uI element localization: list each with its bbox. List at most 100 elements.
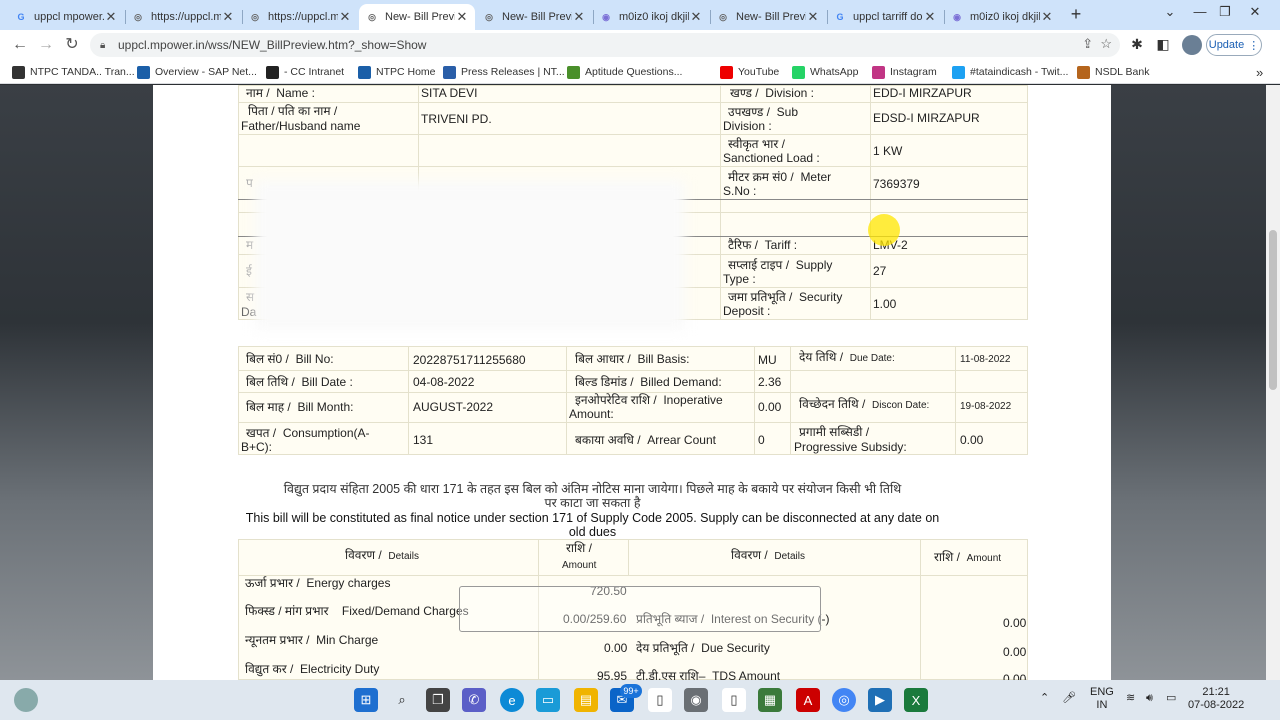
bookmark-label: Overview - SAP Net...: [155, 66, 257, 78]
father-label: Father/Husband name: [241, 119, 361, 133]
basis-label: बिल आधार / Bill Basis:: [575, 352, 690, 366]
cut-label-2: म: [246, 238, 254, 252]
task-view-icon[interactable]: ❐: [426, 688, 450, 712]
bookmark-icon: [443, 65, 456, 79]
new-tab-button[interactable]: +: [1066, 4, 1086, 24]
chevron-up-icon[interactable]: ⌃: [1040, 692, 1049, 705]
tab-3[interactable]: ◎ https://uppcl.mp ✕: [242, 4, 358, 30]
basis-value: MU: [758, 353, 777, 367]
desktop-icon[interactable]: ▭: [536, 688, 560, 712]
tab-6[interactable]: ◉ m0iz0 ikoj dkjiksj✕: [593, 4, 709, 30]
share-star-icons[interactable]: ⇪ ☆: [1082, 36, 1112, 52]
start-icon[interactable]: ⊞: [354, 688, 378, 712]
tab-2[interactable]: ◎ https://uppcl.mp ✕: [125, 4, 241, 30]
edge-icon[interactable]: e: [500, 688, 524, 712]
redacted-area: [255, 180, 685, 330]
calculator-icon[interactable]: ▦: [758, 688, 782, 712]
avatar[interactable]: [1182, 35, 1202, 55]
camera-icon[interactable]: ◉: [684, 688, 708, 712]
bookmark-icon: [1077, 65, 1090, 79]
close-icon[interactable]: ✕: [572, 9, 586, 25]
details-header-right: विवरण / Details: [731, 548, 805, 562]
tab-9[interactable]: ◉ m0iz0 ikoj dkjiksj✕: [944, 4, 1060, 30]
close-icon[interactable]: ✕: [104, 9, 118, 25]
close-icon[interactable]: ✕: [923, 9, 937, 25]
notepad-icon[interactable]: ▯: [722, 688, 746, 712]
meter-value: 7369379: [873, 177, 920, 191]
document-icon[interactable]: ▯: [648, 688, 672, 712]
subsidy-label: Progressive Subsidy:: [794, 440, 907, 454]
microphone-icon[interactable]: 🎤︎: [1062, 692, 1076, 705]
due-security-value: 0.00: [1003, 645, 1027, 659]
close-icon[interactable]: ✕: [806, 9, 820, 25]
meter-label-2: S.No :: [723, 184, 757, 198]
tariff-label: टैरिफ / Tariff :: [728, 238, 798, 252]
name-value: SITA DEVI: [421, 86, 478, 100]
bookmark-11[interactable]: NSDL Bank: [1077, 64, 1149, 80]
bookmark-2[interactable]: Overview - SAP Net...: [137, 64, 257, 80]
chat-icon[interactable]: ✆: [462, 688, 486, 712]
notice-hindi: विद्युत प्रदाय संहिता 2005 की धारा 171 क…: [283, 482, 902, 510]
bookmark-7[interactable]: YouTube: [720, 64, 779, 80]
language-indicator[interactable]: ENG IN: [1090, 686, 1114, 712]
bookmark-icon: [872, 65, 885, 79]
bookmark-label: NTPC Home: [376, 66, 436, 78]
close-window-button[interactable]: ✕: [1235, 4, 1275, 24]
bookmark-6[interactable]: Aptitude Questions...: [567, 64, 682, 80]
close-icon[interactable]: ✕: [221, 9, 235, 25]
load-label-hi: स्वीकृत भार /: [728, 137, 785, 151]
min-charge-value: 0.00: [604, 641, 628, 655]
widgets-icon[interactable]: [14, 688, 38, 712]
name-label: नाम / Name :: [246, 86, 315, 100]
bookmark-8[interactable]: WhatsApp: [792, 64, 858, 80]
tab-title: uppcl mpower.in: [34, 11, 104, 23]
file-explorer-icon[interactable]: ▤: [574, 688, 598, 712]
scrollbar-thumb[interactable]: [1269, 230, 1277, 390]
url-text: uppcl.mpower.in/wss/NEW_BillPreview.htm?…: [118, 38, 427, 52]
reload-icon[interactable]: ↻: [60, 34, 84, 56]
bookmark-label: NTPC TANDA.. Tran...: [30, 66, 135, 78]
search-icon[interactable]: ⌕: [390, 688, 414, 712]
bookmark-1[interactable]: NTPC TANDA.. Tran...: [12, 64, 135, 80]
tab-1[interactable]: Guppcl mpower.in✕: [8, 4, 124, 30]
bookmark-5[interactable]: Press Releases | NT...: [443, 64, 565, 80]
supply-label: सप्लाई टाइप / Supply: [728, 258, 833, 272]
bookmark-9[interactable]: Instagram: [872, 64, 937, 80]
tab-7[interactable]: ◎ New- Bill Preview✕: [710, 4, 826, 30]
subsidy-value: 0.00: [960, 433, 984, 447]
tab-8[interactable]: Guppcl tarriff dom✕: [827, 4, 943, 30]
side-panel-icon[interactable]: ◧: [1154, 36, 1172, 54]
bookmark-10[interactable]: #tataindicash - Twit...: [952, 64, 1068, 80]
close-icon[interactable]: ✕: [338, 9, 352, 25]
tab-4[interactable]: ◎ New- Bill Preview✕: [359, 4, 475, 30]
pdf-icon[interactable]: A: [796, 688, 820, 712]
bookmarks-overflow-icon[interactable]: »: [1256, 64, 1263, 80]
address-bar[interactable]: 🔒︎ uppcl.mpower.in/wss/NEW_BillPreview.h…: [90, 33, 1120, 57]
bookmark-4[interactable]: NTPC Home: [358, 64, 436, 80]
bookmarks-bar: NTPC TANDA.. Tran... Overview - SAP Net..…: [0, 60, 1280, 84]
site-icon: ◉: [602, 11, 610, 22]
chrome-icon[interactable]: ◎: [832, 688, 856, 712]
volume-icon[interactable]: 🔊︎: [1146, 692, 1153, 705]
extensions-icon[interactable]: ✱: [1128, 36, 1146, 54]
bookmark-label: Press Releases | NT...: [461, 66, 565, 78]
close-icon[interactable]: ✕: [455, 9, 469, 25]
close-icon[interactable]: ✕: [1040, 9, 1054, 25]
forward-icon[interactable]: →: [34, 34, 58, 56]
clock[interactable]: 21:21 07-08-2022: [1188, 686, 1244, 712]
lock-icon: 🔒︎: [100, 39, 106, 51]
division-label: खण्ड / Division :: [730, 86, 814, 100]
media-icon[interactable]: ▶: [868, 688, 892, 712]
globe-icon: ◎: [134, 11, 142, 22]
wifi-icon[interactable]: ≋: [1126, 692, 1135, 705]
tab-5[interactable]: ◎ New- Bill Preview✕: [476, 4, 592, 30]
inop-value: 0.00: [758, 400, 782, 414]
update-button[interactable]: Update ⋮: [1206, 34, 1262, 56]
taskbar: ⊞ ⌕ ❐ ✆ e ▭ ▤ ✉ 99+ ▯ ◉ ▯ ▦ A ◎ ▶ X ⌃ 🎤︎…: [0, 680, 1280, 720]
scrollbar[interactable]: [1266, 85, 1280, 680]
excel-icon[interactable]: X: [904, 688, 928, 712]
battery-icon[interactable]: ▭: [1166, 692, 1176, 705]
bookmark-3[interactable]: - CC Intranet: [266, 64, 344, 80]
back-icon[interactable]: ←: [8, 34, 32, 56]
close-icon[interactable]: ✕: [689, 9, 703, 25]
